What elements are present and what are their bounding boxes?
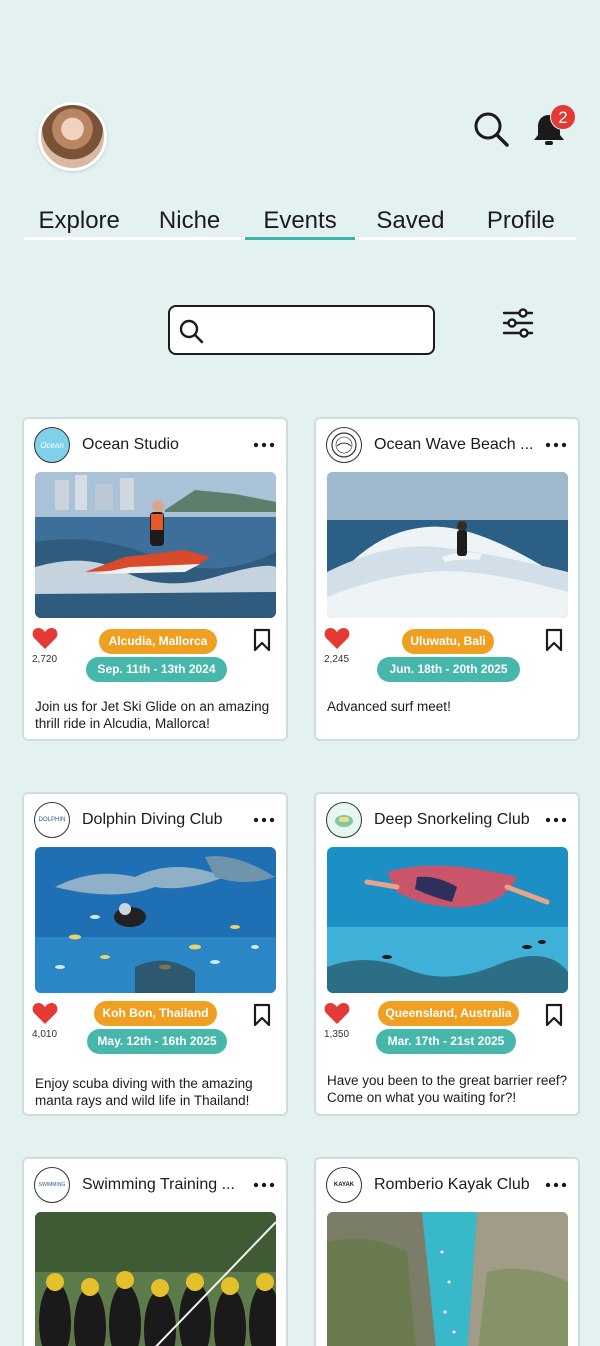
- date-badge: Jun. 18th - 20th 2025: [377, 657, 520, 682]
- date-badge: May. 12th - 16th 2025: [87, 1029, 227, 1054]
- heart-like-icon[interactable]: [324, 1001, 350, 1025]
- location-badge: Alcudia, Mallorca: [99, 629, 217, 654]
- tab-niche[interactable]: Niche: [134, 206, 244, 237]
- event-photo[interactable]: [35, 472, 276, 618]
- more-options-icon[interactable]: [544, 815, 568, 825]
- club-logo[interactable]: DOLPHIN: [34, 802, 70, 838]
- club-name[interactable]: Dolphin Diving Club: [82, 811, 246, 829]
- bookmark-icon[interactable]: [544, 628, 564, 652]
- club-logo[interactable]: [326, 427, 362, 463]
- heart-like-icon[interactable]: [324, 626, 350, 650]
- search-icon[interactable]: [472, 110, 510, 148]
- nav-tabs: Explore Niche Events Saved Profile: [24, 206, 576, 240]
- date-badge: Sep. 11th - 13th 2024: [86, 657, 227, 682]
- event-card[interactable]: DOLPHIN Dolphin Diving Club 4,010 Koh Bo…: [22, 792, 288, 1116]
- like-count: 2,720: [32, 654, 58, 665]
- event-description: Join us for Jet Ski Glide on an amazing …: [35, 699, 270, 731]
- tab-saved[interactable]: Saved: [355, 206, 465, 237]
- event-description: Advanced surf meet!: [327, 699, 451, 714]
- user-avatar[interactable]: [38, 102, 107, 171]
- club-logo[interactable]: KAYAK: [326, 1167, 362, 1203]
- filter-sliders-icon[interactable]: [500, 305, 536, 341]
- event-photo[interactable]: [327, 847, 568, 993]
- more-options-icon[interactable]: [544, 440, 568, 450]
- club-logo[interactable]: SWIMMING: [34, 1167, 70, 1203]
- more-options-icon[interactable]: [252, 440, 276, 450]
- search-bar[interactable]: [168, 305, 435, 355]
- event-description: Enjoy scuba diving with the amazing mant…: [35, 1076, 253, 1108]
- event-photo[interactable]: [327, 1212, 568, 1346]
- event-card[interactable]: Ocean Wave Beach ... 2,245 Uluwatu, Bali…: [314, 417, 580, 741]
- like-count: 2,245: [324, 654, 350, 665]
- search-icon: [179, 319, 204, 344]
- event-card[interactable]: Ocean Ocean Studio 2,720 Alcudia, Mallor…: [22, 417, 288, 741]
- club-name[interactable]: Deep Snorkeling Club: [374, 811, 538, 829]
- more-options-icon[interactable]: [252, 815, 276, 825]
- club-logo-text: Ocean: [40, 440, 64, 450]
- location-badge: Queensland, Australia: [378, 1001, 519, 1026]
- bookmark-icon[interactable]: [252, 1003, 272, 1027]
- tab-profile[interactable]: Profile: [466, 206, 576, 237]
- event-photo[interactable]: [327, 472, 568, 618]
- search-input[interactable]: [214, 315, 424, 345]
- date-badge: Mar. 17th - 21st 2025: [376, 1029, 516, 1054]
- event-card[interactable]: SWIMMING Swimming Training ...: [22, 1157, 288, 1346]
- club-name[interactable]: Romberio Kayak Club: [374, 1176, 538, 1194]
- event-card[interactable]: KAYAK Romberio Kayak Club: [314, 1157, 580, 1346]
- more-options-icon[interactable]: [252, 1180, 276, 1190]
- event-photo[interactable]: [35, 847, 276, 993]
- heart-like-icon[interactable]: [32, 1001, 58, 1025]
- club-name[interactable]: Ocean Studio: [82, 436, 246, 454]
- location-badge: Uluwatu, Bali: [402, 629, 494, 654]
- club-logo-text: SWIMMING: [38, 1182, 66, 1188]
- club-name[interactable]: Ocean Wave Beach ...: [374, 436, 538, 454]
- club-name[interactable]: Swimming Training ...: [82, 1176, 246, 1194]
- like-count: 4,010: [32, 1029, 58, 1040]
- tab-explore[interactable]: Explore: [24, 206, 134, 237]
- club-logo[interactable]: [326, 802, 362, 838]
- event-card[interactable]: Deep Snorkeling Club 1,350 Queensland, A…: [314, 792, 580, 1116]
- event-description: Have you been to the great barrier reef?…: [327, 1073, 568, 1105]
- bookmark-icon[interactable]: [544, 1003, 564, 1027]
- club-logo[interactable]: Ocean: [34, 427, 70, 463]
- club-logo-text: KAYAK: [333, 1182, 355, 1188]
- bookmark-icon[interactable]: [252, 628, 272, 652]
- event-photo[interactable]: [35, 1212, 276, 1346]
- location-badge: Koh Bon, Thailand: [94, 1001, 217, 1026]
- more-options-icon[interactable]: [544, 1180, 568, 1190]
- like-count: 1,350: [324, 1029, 350, 1040]
- tab-events[interactable]: Events: [244, 206, 356, 240]
- notification-badge: 2: [550, 104, 576, 130]
- heart-like-icon[interactable]: [32, 626, 58, 650]
- club-logo-text: DOLPHIN: [38, 817, 66, 823]
